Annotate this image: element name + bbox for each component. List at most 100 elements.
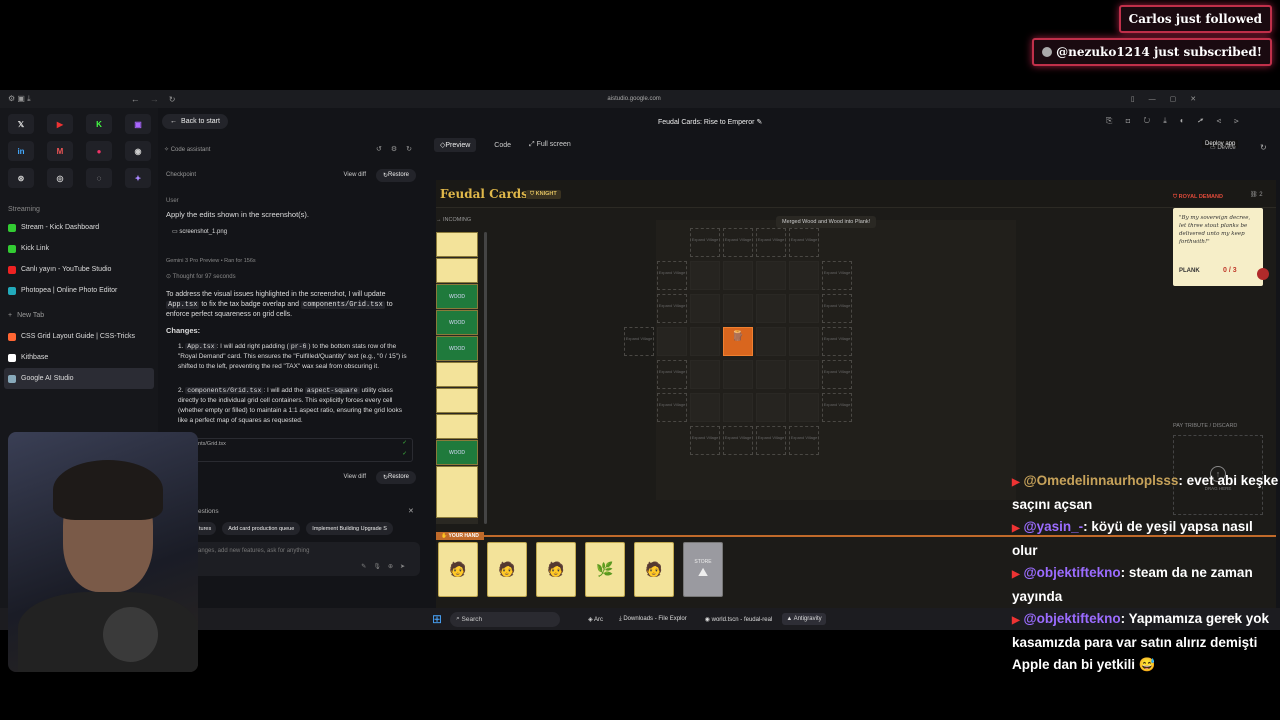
hand-card-store[interactable]: STORE ⛰ <box>683 542 723 597</box>
grid-cell[interactable] <box>756 327 786 356</box>
sidebar-item-youtube-studio[interactable]: Canlı yayın - YouTube Studio <box>0 259 158 280</box>
tab-code[interactable]: Code <box>486 142 519 149</box>
app-tile[interactable]: ◉ <box>125 141 151 161</box>
grid-cell[interactable] <box>789 393 819 422</box>
suggestion-chip[interactable]: Implement Building Upgrade S <box>306 522 393 535</box>
grid-cell[interactable] <box>690 294 720 323</box>
sidebar-item-css-tricks[interactable]: CSS Grid Layout Guide | CSS-Tricks <box>0 326 158 347</box>
expand-village-cell[interactable]: Expand Village <box>822 393 852 422</box>
app-tile[interactable]: ◌ <box>86 168 112 188</box>
sidebar-item-kick-link[interactable]: Kick Link <box>0 238 158 259</box>
app-tile[interactable]: ● <box>86 141 112 161</box>
refresh-preview-icon[interactable]: ↻ <box>1260 143 1267 152</box>
grid-cell[interactable] <box>690 327 720 356</box>
expand-village-cell[interactable]: Expand Village <box>756 426 786 455</box>
reload-icon[interactable]: ↻ <box>169 95 176 104</box>
expand-village-cell[interactable]: Expand Village <box>822 327 852 356</box>
sidebar-item-kithbase[interactable]: Kithbase <box>0 347 158 368</box>
restore-button[interactable]: ↻ Restore <box>376 168 416 182</box>
hand-card-villager[interactable]: 🧑 <box>634 542 674 597</box>
grid-cell[interactable] <box>723 261 753 290</box>
expand-village-cell[interactable]: Expand Village <box>789 426 819 455</box>
hand-card-villager[interactable]: 🧑 <box>536 542 576 597</box>
grid-cell[interactable] <box>789 360 819 389</box>
hand-card-resource[interactable]: 🌿 <box>585 542 625 597</box>
expand-village-cell[interactable]: Expand Village <box>756 228 786 257</box>
windows-start-icon[interactable]: ⊞ <box>432 612 442 626</box>
grid-cell[interactable] <box>789 261 819 290</box>
resource-card[interactable] <box>436 414 478 439</box>
grid-cell[interactable] <box>690 261 720 290</box>
input-actions-icons[interactable]: ✎🎙⊕➤ <box>361 563 412 570</box>
grid-cell[interactable] <box>723 360 753 389</box>
expand-village-cell[interactable]: Expand Village <box>822 294 852 323</box>
grid-cell[interactable] <box>723 393 753 422</box>
expand-village-cell[interactable]: Expand Village <box>723 426 753 455</box>
grid-cell[interactable] <box>723 294 753 323</box>
back-arrow-icon[interactable]: ← <box>131 94 140 104</box>
device-selector[interactable]: ▭ Device <box>1210 144 1236 151</box>
resource-card[interactable] <box>436 388 478 413</box>
grid-cell[interactable] <box>756 261 786 290</box>
plank-cell[interactable]: 🪵 <box>723 327 753 356</box>
forward-arrow-icon[interactable]: → <box>150 94 159 104</box>
taskbar-app-explorer[interactable]: ⤓ Downloads - File Explor <box>619 616 687 623</box>
linkedin-tile[interactable]: in <box>8 141 34 161</box>
wood-card[interactable]: WOOD <box>436 440 478 465</box>
new-tab-button[interactable]: + New Tab <box>0 305 158 326</box>
grid-cell[interactable] <box>756 360 786 389</box>
url-bar[interactable]: aistudio.google.com <box>607 96 660 102</box>
kick-tile[interactable]: K <box>86 114 112 134</box>
toolbar-icons[interactable]: ⎘⊡↻⤓◐➚⋖⋗ <box>1106 116 1252 126</box>
window-controls[interactable]: ▯—▢✕ <box>1131 95 1210 103</box>
expand-village-cell[interactable]: Expand Village <box>657 261 687 290</box>
view-diff-button[interactable]: View diff <box>344 172 366 178</box>
thought-toggle[interactable]: ⊙ Thought for 97 seconds <box>166 273 236 280</box>
expand-village-cell[interactable]: Expand Village <box>822 360 852 389</box>
edit-pencil-icon[interactable]: ✎ <box>756 119 762 126</box>
close-suggestions-icon[interactable]: ✕ <box>408 507 414 515</box>
resource-card[interactable] <box>436 362 478 387</box>
sidebar-item-ai-studio[interactable]: Google AI Studio <box>4 368 154 389</box>
tab-fullscreen[interactable]: ⤢ Full screen <box>529 141 571 149</box>
youtube-tile[interactable]: ▶ <box>47 114 73 134</box>
x-tile[interactable]: 𝕏 <box>8 114 34 134</box>
expand-village-cell[interactable]: Expand Village <box>624 327 654 356</box>
twitch-tile[interactable]: ▣ <box>125 114 151 134</box>
grid-cell[interactable] <box>789 294 819 323</box>
wood-card[interactable]: WOOD <box>436 284 478 309</box>
expand-village-cell[interactable]: Expand Village <box>789 228 819 257</box>
taskbar-app-arc[interactable]: ◈ Arc <box>588 616 603 623</box>
resource-card[interactable] <box>436 466 478 518</box>
expand-village-cell[interactable]: Expand Village <box>657 294 687 323</box>
wood-card[interactable]: WOOD <box>436 310 478 335</box>
taskbar-app-antigravity[interactable]: ▲ Antigravity <box>782 613 826 625</box>
resource-card[interactable] <box>436 232 478 257</box>
resource-card[interactable] <box>436 258 478 283</box>
prompt-input[interactable]: anges, add new features, ask for anythin… <box>192 542 420 576</box>
restore-button[interactable]: ↻ Restore <box>376 470 416 484</box>
grid-cell[interactable] <box>789 327 819 356</box>
expand-village-cell[interactable]: Expand Village <box>657 360 687 389</box>
grid-cell[interactable] <box>756 393 786 422</box>
grid-cell[interactable] <box>657 327 687 356</box>
gmail-tile[interactable]: M <box>47 141 73 161</box>
wood-card[interactable]: WOOD <box>436 336 478 361</box>
attachment-chip[interactable]: ▭ screenshot_1.png <box>172 228 227 235</box>
app-tile[interactable]: ✦ <box>125 168 151 188</box>
taskbar-app-godot[interactable]: ◉ world.tscn - feudal-real <box>705 616 773 623</box>
expand-village-cell[interactable]: Expand Village <box>690 228 720 257</box>
expand-village-cell[interactable]: Expand Village <box>657 393 687 422</box>
app-tile[interactable]: ⊛ <box>8 168 34 188</box>
expand-village-cell[interactable]: Expand Village <box>822 261 852 290</box>
sidebar-item-kick-dashboard[interactable]: Stream - Kick Dashboard <box>0 217 158 238</box>
hand-card-villager[interactable]: 🧑 <box>487 542 527 597</box>
grid-cell[interactable] <box>690 393 720 422</box>
app-tile[interactable]: ◎ <box>47 168 73 188</box>
back-to-start-button[interactable]: ← Back to start <box>162 114 228 129</box>
sidebar-toggle-icon[interactable]: ⚙ ▣ ⤓ <box>8 94 31 104</box>
deck-scrollbar[interactable] <box>484 232 487 524</box>
tab-preview[interactable]: ◇ Preview <box>434 138 477 152</box>
hand-card-villager[interactable]: 🧑 <box>438 542 478 597</box>
grid-cell[interactable] <box>690 360 720 389</box>
